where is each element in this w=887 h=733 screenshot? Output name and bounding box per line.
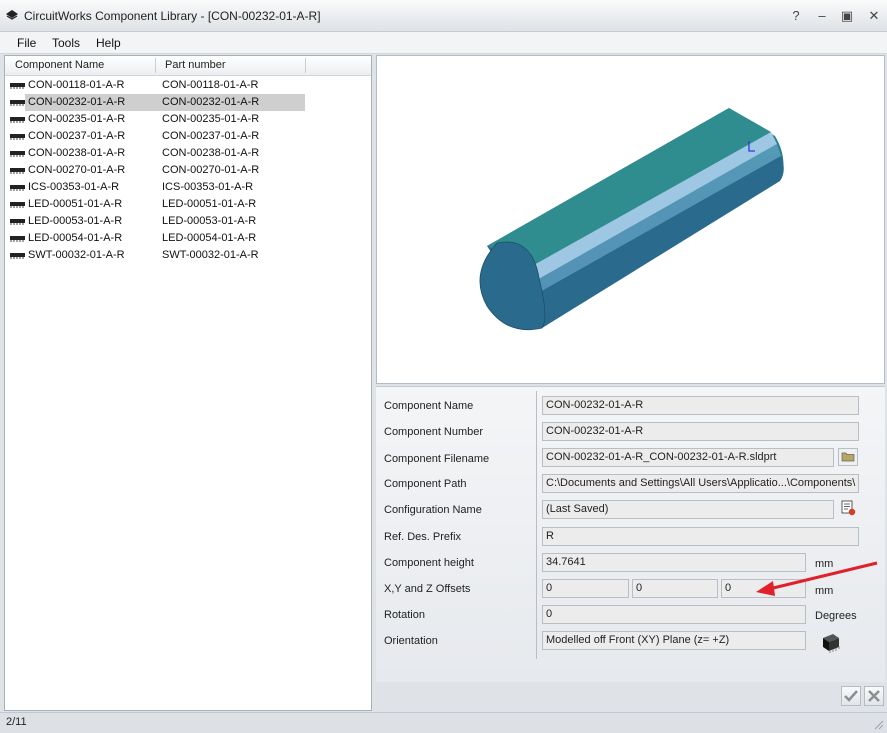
part-number-cell: CON-00235-01-A-R bbox=[162, 113, 260, 125]
component-chip-icon bbox=[10, 202, 25, 208]
component-path-field[interactable]: C:\Documents and Settings\All Users\Appl… bbox=[542, 474, 859, 493]
label-configuration-name: Configuration Name bbox=[384, 504, 482, 516]
label-ref-des-prefix: Ref. Des. Prefix bbox=[384, 531, 462, 543]
maximize-button[interactable]: ▣ bbox=[837, 8, 857, 24]
menu-file[interactable]: File bbox=[17, 36, 36, 50]
ref-des-prefix-field[interactable]: R bbox=[542, 527, 859, 546]
component-chip-icon bbox=[10, 100, 25, 106]
component-name-cell: CON-00232-01-A-R bbox=[28, 96, 126, 108]
list-item[interactable]: LED-00054-01-A-R LED-00054-01-A-R bbox=[5, 230, 371, 247]
component-name-cell: CON-00238-01-A-R bbox=[28, 147, 126, 159]
component-chip-icon bbox=[10, 185, 25, 191]
part-number-cell: CON-00238-01-A-R bbox=[162, 147, 260, 159]
component-chip-icon bbox=[10, 236, 25, 242]
orientation-field[interactable]: Modelled off Front (XY) Plane (z= +Z) bbox=[542, 631, 806, 650]
record-count: 2/11 bbox=[6, 716, 27, 728]
component-filename-field[interactable]: CON-00232-01-A-R_CON-00232-01-A-R.sldprt bbox=[542, 448, 834, 467]
cancel-x-icon bbox=[868, 690, 880, 702]
list-item[interactable]: LED-00053-01-A-R LED-00053-01-A-R bbox=[5, 213, 371, 230]
component-name-cell: CON-00118-01-A-R bbox=[28, 79, 125, 91]
part-number-cell: LED-00054-01-A-R bbox=[162, 232, 257, 244]
part-number-cell: CON-00118-01-A-R bbox=[162, 79, 259, 91]
component-name-cell: CON-00270-01-A-R bbox=[28, 164, 126, 176]
component-3d-model bbox=[479, 108, 784, 331]
label-component-name: Component Name bbox=[384, 400, 474, 412]
orientation-chip-icon[interactable] bbox=[819, 630, 843, 654]
component-name-cell: LED-00054-01-A-R bbox=[28, 232, 123, 244]
configuration-icon[interactable] bbox=[838, 499, 858, 517]
part-number-cell: CON-00237-01-A-R bbox=[162, 130, 260, 142]
label-orientation: Orientation bbox=[384, 635, 438, 647]
window-title: CircuitWorks Component Library - [CON-00… bbox=[24, 9, 321, 23]
list-item[interactable]: ICS-00353-01-A-R ICS-00353-01-A-R bbox=[5, 179, 371, 196]
menu-bar: File Tools Help bbox=[0, 32, 887, 54]
component-name-cell: LED-00051-01-A-R bbox=[28, 198, 123, 210]
component-name-cell: CON-00235-01-A-R bbox=[28, 113, 126, 125]
part-number-cell: LED-00053-01-A-R bbox=[162, 215, 257, 227]
component-name-cell: ICS-00353-01-A-R bbox=[28, 181, 120, 193]
label-divider bbox=[536, 391, 537, 659]
label-component-height: Component height bbox=[384, 557, 474, 569]
component-chip-icon bbox=[10, 253, 25, 259]
component-chip-icon bbox=[10, 168, 25, 174]
list-item[interactable]: CON-00237-01-A-R CON-00237-01-A-R bbox=[5, 128, 371, 145]
list-item[interactable]: CON-00232-01-A-R CON-00232-01-A-R bbox=[5, 94, 371, 111]
part-number-cell: SWT-00032-01-A-R bbox=[162, 249, 259, 261]
rotation-unit: Degrees bbox=[815, 610, 857, 622]
label-offsets: X,Y and Z Offsets bbox=[384, 583, 471, 595]
column-header-part-number[interactable]: Part number bbox=[165, 59, 226, 71]
part-number-cell: LED-00051-01-A-R bbox=[162, 198, 257, 210]
cancel-button[interactable] bbox=[864, 686, 884, 706]
app-chip-icon bbox=[6, 10, 18, 20]
list-item[interactable]: CON-00235-01-A-R CON-00235-01-A-R bbox=[5, 111, 371, 128]
list-item[interactable]: SWT-00032-01-A-R SWT-00032-01-A-R bbox=[5, 247, 371, 264]
part-number-cell: CON-00232-01-A-R bbox=[162, 96, 260, 108]
part-number-cell: ICS-00353-01-A-R bbox=[162, 181, 254, 193]
help-button[interactable]: ? bbox=[786, 8, 806, 24]
configuration-name-field[interactable]: (Last Saved) bbox=[542, 500, 834, 519]
component-chip-icon bbox=[10, 134, 25, 140]
list-item[interactable]: CON-00238-01-A-R CON-00238-01-A-R bbox=[5, 145, 371, 162]
component-name-cell: LED-00053-01-A-R bbox=[28, 215, 123, 227]
label-rotation: Rotation bbox=[384, 609, 425, 621]
component-name-cell: SWT-00032-01-A-R bbox=[28, 249, 125, 261]
part-number-cell: CON-00270-01-A-R bbox=[162, 164, 260, 176]
component-chip-icon bbox=[10, 151, 25, 157]
list-header: Component Name Part number bbox=[5, 56, 371, 76]
close-button[interactable]: ✕ bbox=[864, 8, 884, 24]
component-list[interactable]: Component Name Part number CON-00118-01-… bbox=[4, 55, 372, 711]
list-item[interactable]: CON-00270-01-A-R CON-00270-01-A-R bbox=[5, 162, 371, 179]
menu-help[interactable]: Help bbox=[96, 36, 121, 50]
label-component-number: Component Number bbox=[384, 426, 484, 438]
list-item[interactable]: LED-00051-01-A-R LED-00051-01-A-R bbox=[5, 196, 371, 213]
component-chip-icon bbox=[10, 219, 25, 225]
y-offset-field[interactable]: 0 bbox=[632, 579, 718, 598]
component-name-field[interactable]: CON-00232-01-A-R bbox=[542, 396, 859, 415]
ok-button[interactable] bbox=[841, 686, 861, 706]
menu-tools[interactable]: Tools bbox=[52, 36, 80, 50]
title-bar: CircuitWorks Component Library - [CON-00… bbox=[0, 0, 887, 32]
label-component-path: Component Path bbox=[384, 478, 467, 490]
component-number-field[interactable]: CON-00232-01-A-R bbox=[542, 422, 859, 441]
checkmark-icon bbox=[844, 690, 858, 702]
x-offset-field[interactable]: 0 bbox=[542, 579, 629, 598]
annotation-arrow bbox=[756, 561, 878, 596]
model-preview-viewport[interactable] bbox=[376, 55, 885, 384]
column-divider[interactable] bbox=[305, 58, 306, 73]
status-bar: 2/11 bbox=[0, 712, 887, 733]
list-item[interactable]: CON-00118-01-A-R CON-00118-01-A-R bbox=[5, 77, 371, 94]
component-chip-icon bbox=[10, 117, 25, 123]
column-divider[interactable] bbox=[155, 58, 156, 73]
component-properties-panel: Component Name CON-00232-01-A-R Componen… bbox=[376, 386, 885, 682]
column-header-component-name[interactable]: Component Name bbox=[15, 59, 104, 71]
rotation-field[interactable]: 0 bbox=[542, 605, 806, 624]
resize-grip-icon[interactable] bbox=[872, 718, 884, 730]
browse-folder-icon[interactable] bbox=[838, 448, 858, 466]
minimize-button[interactable]: – bbox=[812, 8, 832, 24]
component-chip-icon bbox=[10, 83, 25, 89]
component-name-cell: CON-00237-01-A-R bbox=[28, 130, 126, 142]
label-component-filename: Component Filename bbox=[384, 453, 490, 465]
